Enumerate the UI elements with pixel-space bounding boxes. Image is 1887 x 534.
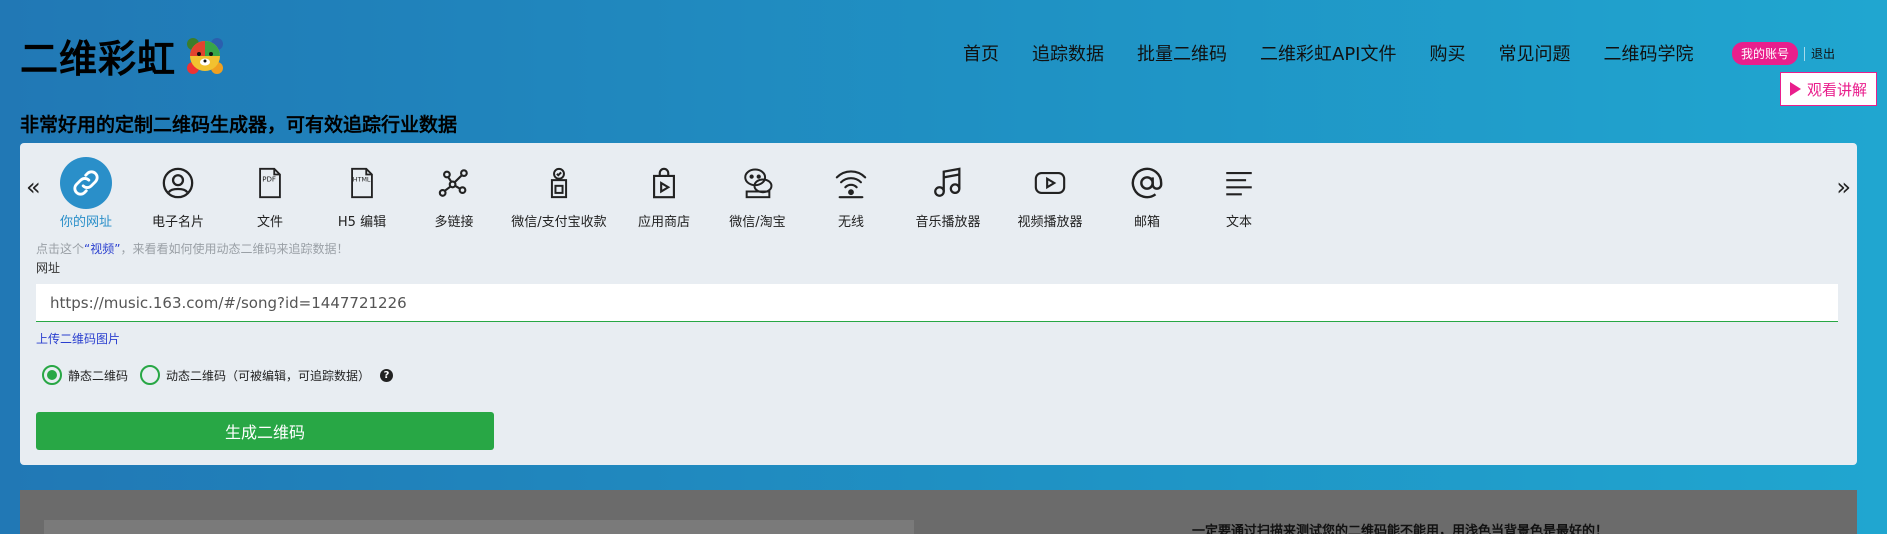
type-label: 文本 xyxy=(1225,215,1252,230)
logo-text: 二维彩虹 xyxy=(20,37,177,81)
page-tagline: 非常好用的定制二维码生成器，可有效追踪行业数据 xyxy=(20,114,458,136)
type-label: 音乐播放器 xyxy=(915,215,981,230)
logo[interactable]: 二维彩虹 xyxy=(20,28,226,83)
type-label: 视频播放器 xyxy=(1017,215,1083,230)
type-file[interactable]: PDF 文件 xyxy=(224,157,316,230)
nav-academy[interactable]: 二维码学院 xyxy=(1603,40,1693,66)
qr-mode-radios: 静态二维码 动态二维码（可被编辑，可追踪数据） ? xyxy=(42,365,405,385)
static-qr-radio[interactable]: 静态二维码 xyxy=(42,365,128,385)
watch-tutorial-label: 观看讲解 xyxy=(1806,80,1867,99)
preview-section: 一定要通过扫描来测试您的二维码能不能用，用浅色当背景色是最好的！ xyxy=(20,490,1857,534)
url-field-label: 网址 xyxy=(36,261,61,275)
scroll-right-icon[interactable]: » xyxy=(1836,173,1851,201)
radio-label: 静态二维码 xyxy=(68,368,129,383)
watch-tutorial-button[interactable]: 观看讲解 xyxy=(1780,72,1877,106)
type-app-store[interactable]: 应用商店 xyxy=(618,157,710,230)
payment-icon xyxy=(533,157,585,209)
app-store-icon xyxy=(638,157,690,209)
type-label: 无线 xyxy=(837,215,864,230)
type-label: 文件 xyxy=(256,215,283,230)
music-icon xyxy=(922,157,974,209)
nav-home[interactable]: 首页 xyxy=(963,40,999,66)
generate-qr-button[interactable]: 生成二维码 xyxy=(36,412,494,450)
dynamic-qr-radio[interactable]: 动态二维码（可被编辑，可追踪数据） ? xyxy=(140,365,394,385)
preview-placeholder xyxy=(44,520,914,534)
html-icon: HTML xyxy=(336,157,388,209)
type-label: 微信/淘宝 xyxy=(729,215,786,230)
wifi-icon xyxy=(825,157,877,209)
nav-api[interactable]: 二维彩虹API文件 xyxy=(1260,40,1396,66)
type-music[interactable]: 音乐播放器 xyxy=(897,157,999,230)
divider xyxy=(1804,46,1806,61)
type-text[interactable]: 文本 xyxy=(1193,157,1285,230)
svg-text:PDF: PDF xyxy=(262,175,276,184)
type-url[interactable]: 你的网址 xyxy=(40,157,132,230)
video-hint: 点击这个“视频”，来看看如何使用动态二维码来追踪数据！ xyxy=(36,240,348,257)
video-link[interactable]: “视频” xyxy=(84,242,120,256)
radio-label: 动态二维码（可被编辑，可追踪数据） xyxy=(166,368,371,383)
play-icon xyxy=(1789,82,1801,96)
wechat-icon xyxy=(732,157,784,209)
upload-qr-image-link[interactable]: 上传二维码图片 xyxy=(36,330,120,347)
multilink-icon xyxy=(428,157,480,209)
type-label: 微信/支付宝收款 xyxy=(511,215,607,230)
type-label: 电子名片 xyxy=(151,215,204,230)
radio-checked xyxy=(42,365,62,385)
type-label: 你的网址 xyxy=(59,215,112,230)
hint-suffix: ，来看看如何使用动态二维码来追踪数据！ xyxy=(120,242,349,256)
at-icon xyxy=(1121,157,1173,209)
pdf-icon: PDF xyxy=(244,157,296,209)
qr-type-selector: 你的网址 电子名片 PDF 文件 HTML H5 编辑 多链接 微信/支付宝收款… xyxy=(40,157,1285,230)
type-email[interactable]: 邮箱 xyxy=(1101,157,1193,230)
user-icon xyxy=(152,157,204,209)
type-payment[interactable]: 微信/支付宝收款 xyxy=(500,157,618,230)
main-nav: 首页 追踪数据 批量二维码 二维彩虹API文件 购买 常见问题 二维码学院 xyxy=(963,40,1726,66)
type-wifi[interactable]: 无线 xyxy=(805,157,897,230)
type-label: 邮箱 xyxy=(1133,215,1160,230)
nav-buy[interactable]: 购买 xyxy=(1429,40,1465,66)
text-icon xyxy=(1213,157,1265,209)
type-label: 多链接 xyxy=(434,215,474,230)
link-icon xyxy=(60,157,112,209)
type-multilink[interactable]: 多链接 xyxy=(408,157,500,230)
type-video[interactable]: 视频播放器 xyxy=(999,157,1101,230)
my-account-button[interactable]: 我的账号 xyxy=(1732,42,1799,65)
type-vcard[interactable]: 电子名片 xyxy=(132,157,224,230)
hint-prefix: 点击这个 xyxy=(36,242,85,256)
svg-text:HTML: HTML xyxy=(353,176,371,184)
test-notice: 一定要通过扫描来测试您的二维码能不能用，用浅色当背景色是最好的！ xyxy=(1192,524,1609,534)
nav-tracking[interactable]: 追踪数据 xyxy=(1032,40,1104,66)
url-input[interactable] xyxy=(36,284,1838,322)
type-label: H5 编辑 xyxy=(337,215,387,230)
type-h5[interactable]: HTML H5 编辑 xyxy=(316,157,408,230)
radio-unchecked xyxy=(140,365,161,385)
video-icon xyxy=(1024,157,1076,209)
account-area: 我的账号 退出 xyxy=(1732,42,1835,65)
type-label: 应用商店 xyxy=(637,215,690,230)
nav-batch[interactable]: 批量二维码 xyxy=(1137,40,1227,66)
nav-faq[interactable]: 常见问题 xyxy=(1498,40,1570,66)
type-wechat[interactable]: 微信/淘宝 xyxy=(710,157,805,230)
logout-link[interactable]: 退出 xyxy=(1811,45,1835,62)
generator-panel: « » 你的网址 电子名片 PDF 文件 HTML H5 编辑 多链接 微信/支… xyxy=(20,143,1857,465)
rainbow-bear-icon xyxy=(187,37,224,74)
scroll-left-icon[interactable]: « xyxy=(26,173,41,201)
help-icon[interactable]: ? xyxy=(380,368,394,382)
